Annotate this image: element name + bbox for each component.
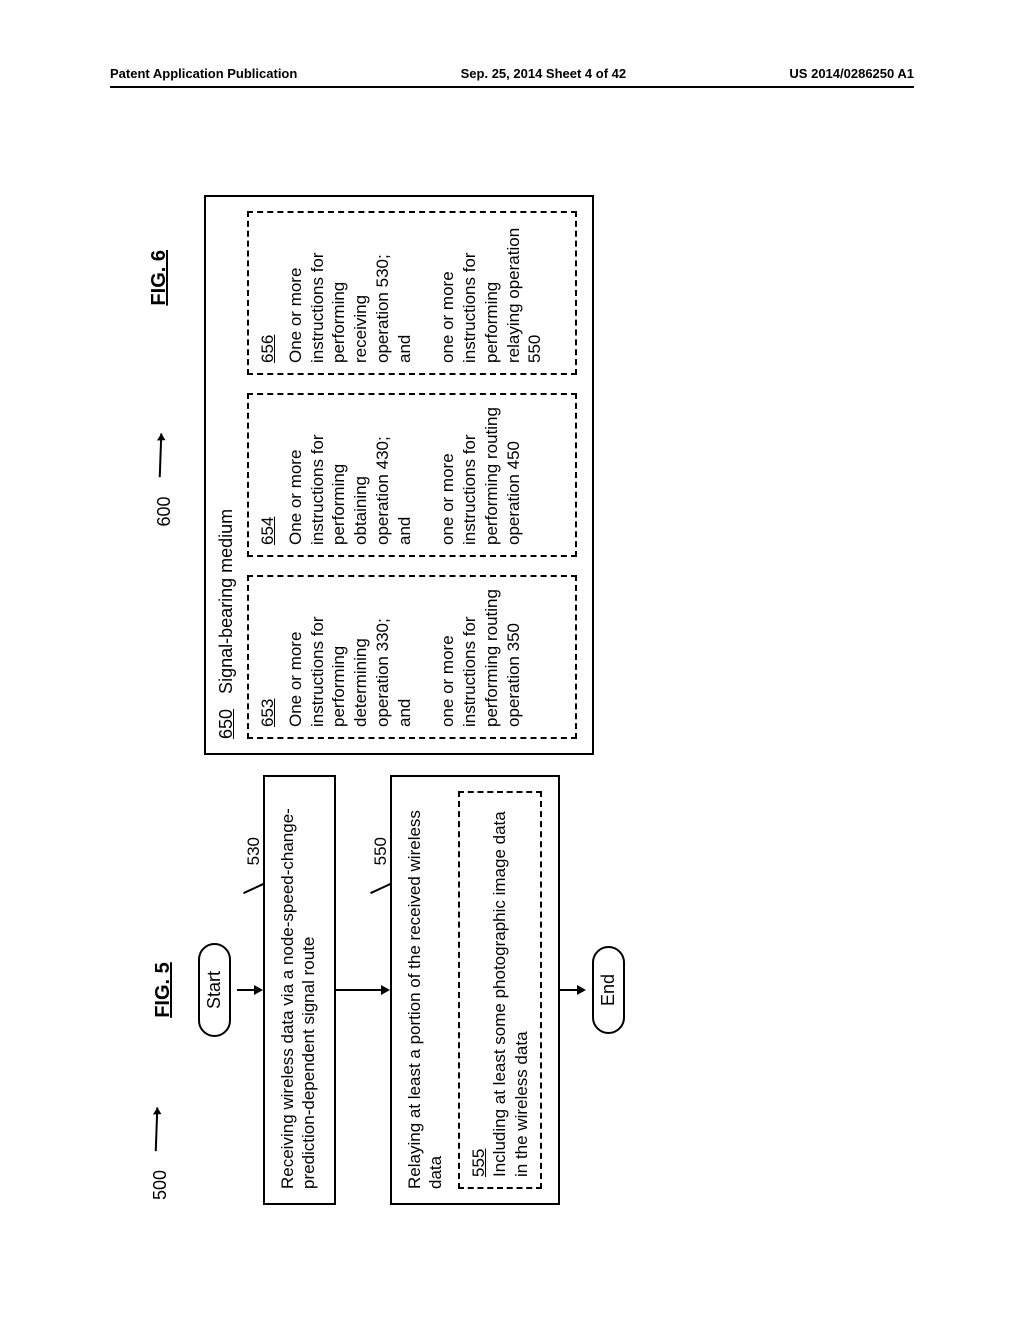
medium-label-text: Signal-bearing medium	[216, 509, 236, 694]
step-550-text: Relaying at least a portion of the recei…	[405, 810, 445, 1189]
instructions-col-653: 653 One or more instructions for perform…	[247, 575, 577, 739]
medium-label: 650 Signal-bearing medium	[216, 211, 237, 739]
col653-p1: One or more instructions for performing …	[285, 587, 416, 727]
col654-p1: One or more instructions for performing …	[285, 405, 416, 545]
col-num-653: 653	[258, 699, 277, 727]
col653-p2: one or more instructions for performing …	[437, 587, 524, 727]
flow-arrow-icon	[560, 983, 586, 997]
fig5-ref-number: 500	[148, 1097, 171, 1200]
fig5-header: 500 FIG. 5	[152, 770, 192, 1210]
page-header: Patent Application Publication Sep. 25, …	[0, 66, 1024, 81]
leader-line-icon	[243, 883, 264, 894]
flow-substep-555: 555 Including at least some photographic…	[458, 791, 542, 1189]
instructions-row: 653 One or more instructions for perform…	[247, 211, 577, 739]
substep-555-text: Including at least some photographic ima…	[490, 811, 530, 1177]
medium-number: 650	[216, 709, 236, 739]
header-right: US 2014/0286250 A1	[789, 66, 914, 81]
col656-p1: One or more instructions for performing …	[285, 223, 416, 363]
instructions-col-654: 654 One or more instructions for perform…	[247, 393, 577, 557]
fig6-ref-text: 600	[154, 496, 174, 526]
col656-p2: one or more instructions for performing …	[437, 223, 546, 363]
flow-arrow-icon	[336, 983, 390, 997]
fig5-ref-text: 500	[150, 1170, 170, 1200]
leader-line-icon	[370, 883, 391, 894]
flow-arrow-icon	[237, 983, 263, 997]
figure-canvas: 500 FIG. 5 Start 530 Receiving wireless …	[122, 150, 902, 1250]
header-left: Patent Application Publication	[110, 66, 297, 81]
fig6-title: FIG. 6	[148, 250, 170, 306]
step-number-530: 530	[243, 837, 264, 865]
fig5-title: FIG. 5	[152, 962, 174, 1018]
step-number-550: 550	[370, 837, 391, 865]
header-center: Sep. 25, 2014 Sheet 4 of 42	[461, 66, 626, 81]
flow-step-530: 530 Receiving wireless data via a node-s…	[263, 775, 336, 1205]
flow-end: End	[592, 946, 625, 1034]
col-num-656: 656	[258, 335, 277, 363]
figure-6: 600 FIG. 6 650 Signal-bearing medium 653…	[152, 190, 902, 760]
col654-p2: one or more instructions for performing …	[437, 405, 524, 545]
flow-step-550: 550 Relaying at least a portion of the r…	[390, 775, 560, 1205]
step-530-text: Receiving wireless data via a node-speed…	[278, 808, 318, 1189]
fig6-header: 600 FIG. 6	[152, 190, 204, 760]
substep-number-555: 555	[469, 1149, 488, 1177]
arrow-icon	[144, 421, 183, 481]
flow-start: Start	[198, 943, 231, 1037]
figure-5: 500 FIG. 5 Start 530 Receiving wireless …	[152, 770, 902, 1210]
fig6-ref-number: 600	[152, 423, 175, 526]
header-rule	[110, 86, 914, 88]
col-num-654: 654	[258, 517, 277, 545]
signal-bearing-medium-box: 650 Signal-bearing medium 653 One or mor…	[204, 195, 594, 755]
instructions-col-656: 656 One or more instructions for perform…	[247, 211, 577, 375]
